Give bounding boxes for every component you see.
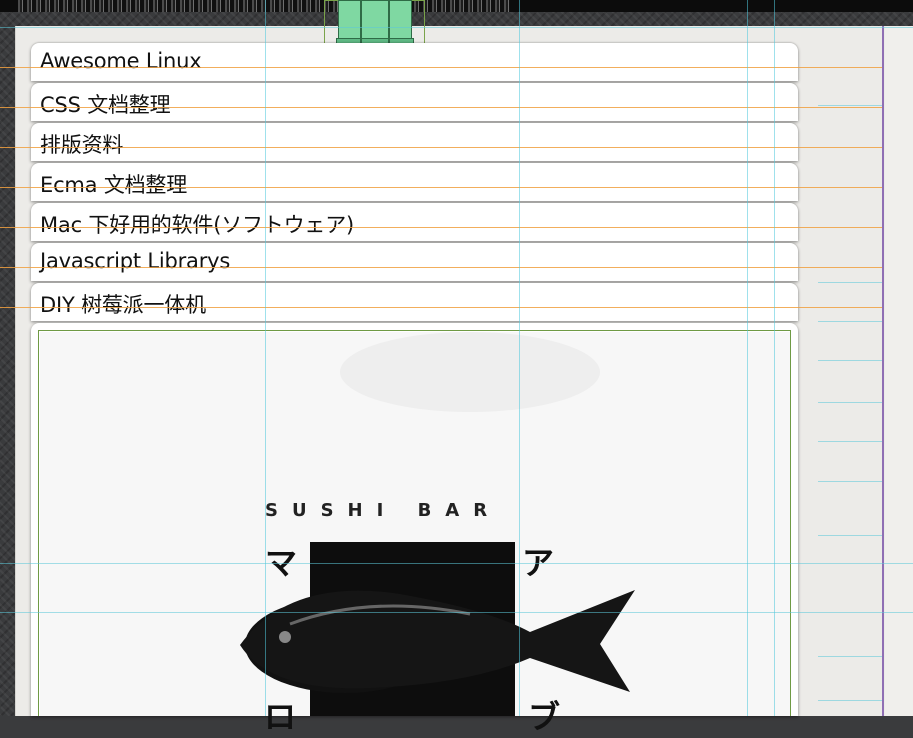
guide-line-cyan [818,360,882,361]
nav-tab-diy-raspberry-pi[interactable]: DIY 树莓派一体机 [31,283,798,321]
poster-kana-bottom-left: ロ [264,698,297,736]
guide-line-cyan [818,481,882,482]
nav-tab-label: Javascript Librarys [40,249,231,273]
guide-line-cyan [818,535,882,536]
binder-clip-divider [360,0,362,46]
nav-tab-mac-software[interactable]: Mac 下好用的软件(ソフトウェア) [31,203,798,241]
nav-tab-label: 排版资料 [40,133,124,157]
poster-kana-right: ア [522,544,555,582]
guide-line-cyan [818,441,882,442]
guide-line-vertical [519,0,520,716]
guide-line-cyan [818,402,882,403]
poster-kana-left: マ [265,544,298,582]
nav-tab-awesome-linux[interactable]: Awesome Linux [31,43,798,81]
nav-tab-label: Mac 下好用的软件(ソフトウェア) [40,213,354,237]
poster-title: SUSHI BAR [265,500,502,521]
guide-line-vertical [265,0,266,716]
nav-tab-label: Ecma 文档整理 [40,173,188,197]
nav-tab-ecma-docs[interactable]: Ecma 文档整理 [31,163,798,201]
guide-line-cyan [0,563,913,564]
guide-line-cyan [0,27,913,28]
guide-line-vertical [774,0,775,716]
nav-tab-label: DIY 树莓派一体机 [40,293,206,317]
top-bar [0,0,913,12]
guide-line-cyan [818,700,882,701]
guide-line-horizontal [0,307,882,308]
nav-tab-css-docs[interactable]: CSS 文档整理 [31,83,798,121]
top-bar-pattern [18,0,510,12]
nav-tab-typesetting[interactable]: 排版资料 [31,123,798,161]
binder-clip-icon [338,0,412,40]
guide-line-vertical [747,0,748,716]
guide-line-horizontal [0,267,882,268]
nav-tab-javascript-libraries[interactable]: Javascript Librarys [31,243,798,281]
guide-line-horizontal [0,227,882,228]
nav-tab-label: CSS 文档整理 [40,93,171,117]
guide-line-horizontal [0,147,882,148]
guide-line-cyan [818,105,882,106]
nav-tab-label: Awesome Linux [40,49,202,73]
poster-kana-bottom-right: ブ [528,698,561,736]
guide-line-cyan [818,656,882,657]
guide-line-horizontal [0,187,882,188]
binder-clip-divider [388,0,390,46]
guide-line-cyan [818,321,882,322]
guide-line-cyan [0,612,913,613]
sushi-poster-image [40,332,790,716]
guide-line-horizontal [0,107,882,108]
guide-line-cyan [818,282,882,283]
guide-line-horizontal [0,67,882,68]
